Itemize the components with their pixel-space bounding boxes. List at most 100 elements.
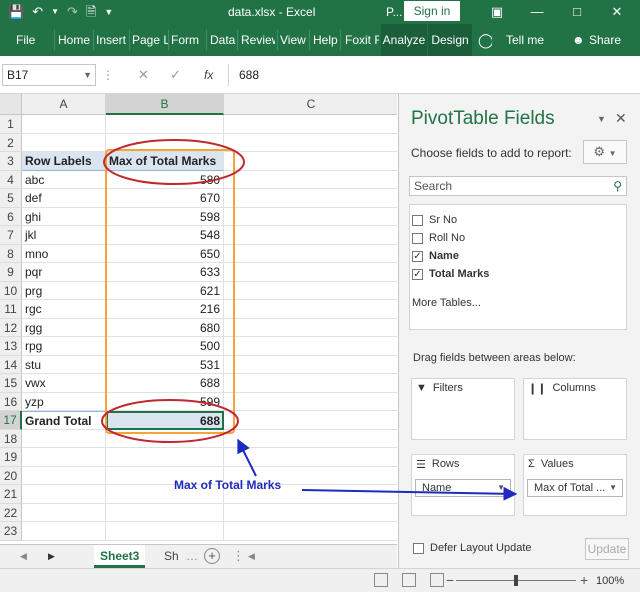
cell[interactable]: [22, 448, 106, 467]
cell[interactable]: [224, 282, 397, 300]
row-header[interactable]: 13: [0, 337, 22, 356]
sheet-overflow-icon[interactable]: …: [180, 545, 204, 568]
cell[interactable]: [224, 411, 397, 430]
row-label-cell[interactable]: stu: [22, 355, 106, 374]
cell[interactable]: [224, 189, 397, 208]
maximize-icon[interactable]: □: [562, 0, 592, 24]
value-cell[interactable]: 216: [106, 300, 224, 319]
cell[interactable]: [224, 171, 397, 189]
checkbox[interactable]: [412, 232, 423, 244]
rows-field-pill[interactable]: Name ▼: [415, 479, 511, 497]
row-header[interactable]: 14: [0, 355, 22, 374]
columns-area[interactable]: ❙❙ Columns: [523, 378, 627, 440]
spreadsheet-grid[interactable]: ABC123Row Labels▼Max of Total Marks4abc5…: [0, 94, 397, 544]
tab-insert[interactable]: Insert: [96, 24, 128, 56]
close-icon[interactable]: ✕: [615, 110, 627, 127]
defer-layout-update[interactable]: Defer Layout Update: [413, 542, 532, 554]
cell[interactable]: [106, 522, 224, 541]
formula-input[interactable]: 688: [228, 64, 638, 86]
cell[interactable]: [224, 337, 397, 356]
close-icon[interactable]: ✕: [602, 0, 632, 24]
row-label-cell[interactable]: def: [22, 189, 106, 208]
cell[interactable]: [224, 356, 397, 374]
cell[interactable]: [224, 504, 397, 522]
cell[interactable]: [224, 115, 397, 134]
search-icon[interactable]: ⚲: [613, 177, 622, 195]
cell[interactable]: [224, 152, 397, 171]
cell[interactable]: [224, 522, 397, 541]
row-header[interactable]: 21: [0, 485, 22, 504]
column-header[interactable]: C: [224, 94, 397, 115]
row-header[interactable]: 1: [0, 115, 22, 134]
scroll-left-icon[interactable]: ◀: [248, 545, 255, 567]
tab-view[interactable]: View: [280, 24, 308, 56]
chevron-down-icon[interactable]: ▼: [609, 480, 617, 496]
cell[interactable]: [22, 522, 106, 541]
row-label-cell[interactable]: pqr: [22, 263, 106, 282]
values-header-cell[interactable]: Max of Total Marks: [106, 152, 224, 171]
value-cell[interactable]: 548: [106, 226, 224, 245]
row-header[interactable]: 8: [0, 244, 22, 263]
tab-home[interactable]: Home: [58, 24, 92, 56]
chevron-down-icon[interactable]: ▼: [83, 65, 92, 85]
tell-me-search[interactable]: Tell me: [506, 24, 550, 56]
value-cell[interactable]: 650: [106, 244, 224, 263]
print-preview-icon[interactable]: 🗎: [86, 0, 96, 24]
cell[interactable]: [224, 374, 397, 393]
row-header[interactable]: 17: [0, 411, 22, 430]
value-cell[interactable]: 688: [106, 374, 224, 393]
row-header[interactable]: 23: [0, 522, 22, 541]
tab-help[interactable]: Help: [313, 24, 339, 56]
name-box[interactable]: B17 ▼: [2, 64, 96, 86]
cell[interactable]: [224, 208, 397, 226]
zoom-out-icon[interactable]: −: [446, 571, 454, 589]
row-header[interactable]: 19: [0, 448, 22, 467]
cell[interactable]: [22, 115, 106, 134]
tab-file[interactable]: File: [16, 24, 40, 56]
row-label-cell[interactable]: mno: [22, 244, 106, 263]
cell[interactable]: [22, 485, 106, 504]
row-label-cell[interactable]: prg: [22, 281, 106, 300]
value-cell[interactable]: 680: [106, 318, 224, 337]
zoom-slider-thumb[interactable]: [514, 575, 518, 586]
undo-dropdown-icon[interactable]: ▼: [51, 0, 59, 24]
ribbon-display-icon[interactable]: ▣: [482, 0, 512, 24]
share-button[interactable]: Share: [589, 24, 623, 56]
value-cell[interactable]: 531: [106, 355, 224, 374]
profile-initial[interactable]: P...: [386, 0, 402, 24]
checkbox[interactable]: [413, 542, 424, 554]
row-header[interactable]: 9: [0, 263, 22, 282]
field-item-total-marks[interactable]: ✓ Total Marks: [412, 265, 489, 283]
tab-design[interactable]: Design: [428, 24, 472, 56]
sign-in-button[interactable]: Sign in: [404, 1, 460, 21]
more-tables-link[interactable]: More Tables...: [412, 297, 481, 309]
update-button[interactable]: Update: [585, 538, 629, 560]
redo-icon[interactable]: ↷: [67, 0, 78, 24]
row-header[interactable]: 2: [0, 133, 22, 152]
cell[interactable]: [224, 319, 397, 337]
grand-total-label[interactable]: Grand Total: [22, 411, 106, 430]
column-header[interactable]: B: [106, 94, 224, 115]
row-labels-header[interactable]: Row Labels▼: [22, 152, 106, 171]
customize-qat-icon[interactable]: ▼: [104, 0, 113, 24]
cell[interactable]: [224, 300, 397, 319]
enter-icon[interactable]: ✓: [170, 64, 181, 86]
cell[interactable]: [224, 226, 397, 245]
zoom-level[interactable]: 100%: [596, 569, 624, 592]
cell[interactable]: [22, 503, 106, 522]
cell[interactable]: [22, 429, 106, 448]
value-cell[interactable]: 670: [106, 189, 224, 208]
cell[interactable]: [224, 448, 397, 467]
tab-analyze[interactable]: Analyze: [381, 24, 427, 56]
cell[interactable]: [224, 263, 397, 282]
row-header[interactable]: 10: [0, 281, 22, 300]
row-label-cell[interactable]: rgg: [22, 318, 106, 337]
formula-bar-splitter[interactable]: ⋮: [102, 64, 114, 86]
cell[interactable]: [22, 133, 106, 152]
sheet-tab-sheet3[interactable]: Sheet3: [94, 545, 146, 568]
row-header[interactable]: 3: [0, 152, 22, 171]
value-cell[interactable]: 598: [106, 207, 224, 226]
zoom-in-icon[interactable]: +: [580, 571, 588, 589]
cell[interactable]: [224, 134, 397, 152]
tab-page-layout[interactable]: Page L: [132, 24, 168, 56]
